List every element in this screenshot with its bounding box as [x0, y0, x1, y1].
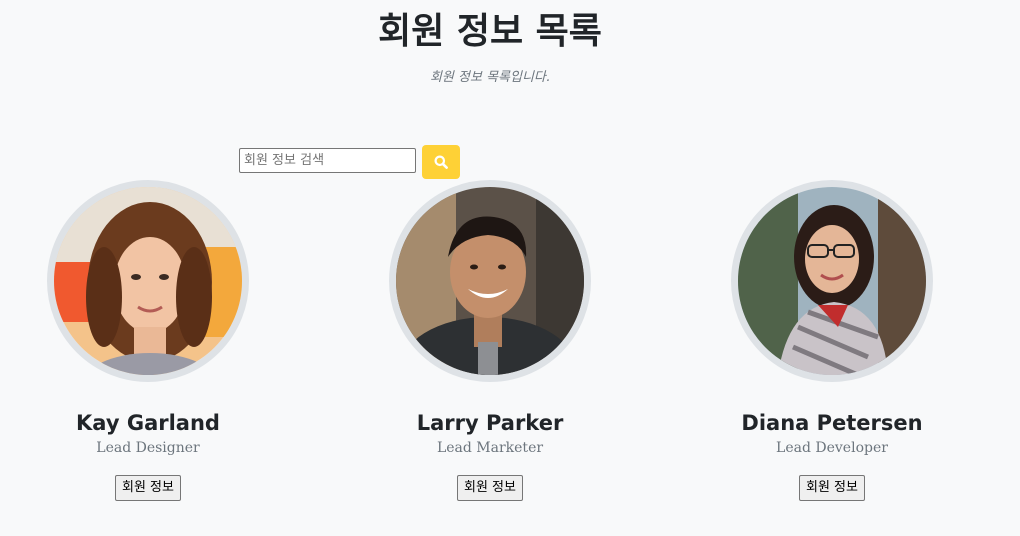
team-member-card: Kay Garland Lead Designer 회원 정보 — [0, 180, 319, 501]
member-name: Larry Parker — [416, 411, 564, 435]
woman-glasses-photo — [738, 187, 926, 375]
member-role: Lead Designer — [96, 440, 200, 456]
search-button[interactable] — [422, 145, 460, 179]
member-name: Diana Petersen — [741, 411, 923, 435]
member-info-button[interactable]: 회원 정보 — [457, 475, 523, 501]
avatar — [389, 180, 591, 382]
search-bar — [239, 145, 460, 179]
page-subtitle: 회원 정보 목록입니다. — [429, 70, 551, 85]
member-info-button[interactable]: 회원 정보 — [799, 475, 865, 501]
woman-curly-hair-photo — [54, 187, 242, 375]
page-title: 회원 정보 목록 — [378, 11, 602, 52]
avatar — [47, 180, 249, 382]
member-role: Lead Developer — [776, 440, 888, 456]
team-member-card: Larry Parker Lead Marketer 회원 정보 — [319, 180, 661, 501]
member-name: Kay Garland — [76, 411, 220, 435]
member-info-button[interactable]: 회원 정보 — [115, 475, 181, 501]
member-role: Lead Marketer — [436, 440, 544, 456]
team-member-card: Diana Petersen Lead Developer 회원 정보 — [661, 180, 1003, 501]
avatar — [731, 180, 933, 382]
search-icon — [434, 155, 448, 169]
man-smiling-photo — [396, 187, 584, 375]
search-input[interactable] — [239, 148, 416, 173]
